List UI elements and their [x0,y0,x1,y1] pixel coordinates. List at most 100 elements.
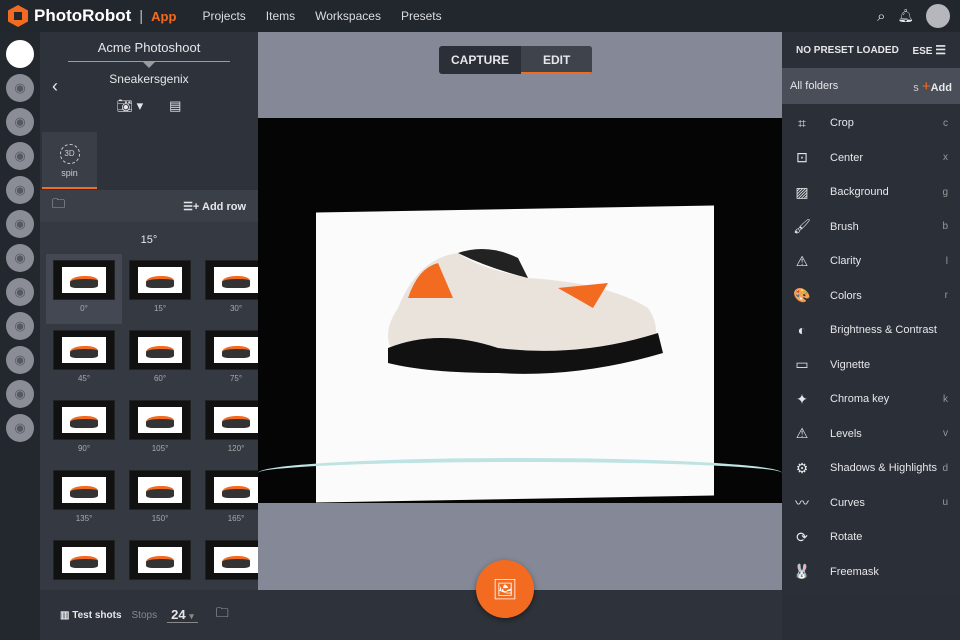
thumbnail-frame[interactable]: 15° [122,254,198,324]
tool-label: Brush [830,220,859,233]
nav-workspaces[interactable]: Workspaces [315,9,381,23]
camera-slot-icon[interactable]: ◉ [6,244,34,272]
brush-icon: 🖌 [793,218,811,235]
camera-slot-icon[interactable]: ◉ [6,346,34,374]
nav-presets[interactable]: Presets [401,9,442,23]
center-icon: ⊡ [796,149,808,166]
thumbnail-frame[interactable]: 30° [198,254,258,324]
camera-slot-icon[interactable]: ◉ [6,142,34,170]
thumbnail-frame[interactable]: 45° [46,324,122,394]
image-canvas[interactable]: CAPTURE EDIT [258,32,782,590]
folder-icon[interactable]: 🗀 [216,604,229,626]
back-chevron-icon[interactable]: ‹ [52,76,58,97]
camera-dropdown-icon[interactable]: 📷︎ ▾ [117,98,144,114]
tool-colors[interactable]: 🎨 Colors r [782,279,960,314]
thumbnail-angle: 150° [151,514,169,523]
search-icon[interactable]: ⌕ [877,8,885,25]
thumbnail-image [205,330,258,370]
thumbnail-frame[interactable]: 105° [122,394,198,464]
tool-shortcut: d [942,462,948,474]
mode-switch: CAPTURE EDIT [439,46,593,74]
thumbnail-angle: 90° [77,444,91,453]
tab-capture[interactable]: CAPTURE [439,46,521,74]
item-rail: ◉ ◉ ◉ ◉ ◉ ◉ ◉ ◉ ◉ ◉ ◉ [0,32,40,640]
camera-slot-icon[interactable]: ◉ [6,74,34,102]
thumbnail-image [53,470,115,510]
project-title[interactable]: Acme Photoshoot [40,40,258,55]
tool-shortcut: k [943,393,948,405]
thumbnail-frame[interactable] [198,534,258,590]
tool-chroma-key[interactable]: ✦ Chroma key k [782,382,960,417]
camera-slot-icon[interactable]: ◉ [6,414,34,442]
camera-slot-icon[interactable]: ◉ [6,108,34,136]
collapse-menu-icon[interactable]: ☰ [935,43,946,57]
thumbnail-frame[interactable]: 75° [198,324,258,394]
tool-background[interactable]: ▨ Background g [782,175,960,210]
tool-label: Rotate [830,531,863,544]
tool-freemask[interactable]: 🐰 Freemask [782,555,960,590]
crop-icon: ⌗ [798,114,806,131]
folders-select[interactable]: All folders [790,80,838,92]
comment-icon[interactable]: ▤ [169,98,181,114]
thumbnail-image [53,260,115,300]
item-thumbnail[interactable] [6,40,34,68]
thumbnail-frame[interactable]: 150° [122,464,198,534]
tool-shortcut: c [943,117,948,129]
spin-label: spin [61,168,78,178]
tool-brightness-contrast[interactable]: ◐ Brightness & Contrast [782,313,960,348]
add-row-button[interactable]: ☰+ Add row [183,200,246,213]
tool-crop[interactable]: ⌗ Crop c [782,106,960,141]
preset-truncated: ESE [912,46,933,57]
spin-tab[interactable]: 3D spin [42,132,97,189]
thumbnail-frame[interactable]: 165° [198,464,258,534]
sneaker-image [388,249,663,374]
thumbnail-frame[interactable] [122,534,198,590]
freemask-icon: 🐰 [793,563,811,580]
camera-slot-icon[interactable]: ◉ [6,380,34,408]
tool-curves[interactable]: 〰 Curves u [782,486,960,521]
logo[interactable]: PhotoRobot [8,5,131,27]
thumbnail-frame[interactable]: 135° [46,464,122,534]
stops-select[interactable]: 24 ▾ [167,607,198,623]
thumbnail-frame[interactable]: 60° [122,324,198,394]
thumbnail-frame[interactable]: 90° [46,394,122,464]
nav-projects[interactable]: Projects [202,9,245,23]
levels-icon: ⚠ [795,425,809,442]
tool-vignette[interactable]: ▭ Vignette [782,348,960,383]
thumbnail-image [129,540,191,580]
tool-brush[interactable]: 🖌 Brush b [782,210,960,245]
tab-edit[interactable]: EDIT [521,46,593,74]
tool-levels[interactable]: ⚠ Levels v [782,417,960,452]
thumbnail-angle: 120° [227,444,245,453]
test-shots-button[interactable]: ▥ Test shots [60,610,122,621]
user-avatar[interactable] [926,4,950,28]
image-icon: 🖼︎ [492,578,518,601]
thumbnail-angle: 60° [153,374,167,383]
test-shots-label: Test shots [72,609,122,621]
camera-slot-icon[interactable]: ◉ [6,278,34,306]
tool-shadows-highlights[interactable]: ⚙ Shadows & Highlights d [782,451,960,486]
edit-tools-panel: NO PRESET LOADED ESE ☰ All folders s +Ad… [782,32,960,596]
camera-slot-icon[interactable]: ◉ [6,176,34,204]
tool-label: Center [830,151,864,164]
bell-icon[interactable]: 🔔︎ [897,8,914,24]
camera-slot-icon[interactable]: ◉ [6,210,34,238]
thumbnail-frame[interactable]: 0° [46,254,122,324]
image-fab-button[interactable]: 🖼︎ [476,560,534,618]
project-divider [68,61,230,68]
camera-slot-icon[interactable]: ◉ [6,312,34,340]
add-button[interactable]: Add [931,82,952,94]
thumbnail-angle: 15° [153,304,167,313]
thumbnail-list[interactable]: 15° 0° 15° 30° 45° 60° 75° 90° 105° 120° 135° 150°… [40,222,258,590]
preset-status[interactable]: NO PRESET LOADED [796,45,899,56]
nav-items[interactable]: Items [266,9,295,23]
main-nav: Projects Items Workspaces Presets [202,9,441,23]
tool-center[interactable]: ⊡ Center x [782,141,960,176]
thumbnail-frame[interactable] [46,534,122,590]
tool-rotate[interactable]: ⟳ Rotate [782,520,960,555]
tool-clarity[interactable]: ⚠ Clarity l [782,244,960,279]
chroma-key-icon: ✦ [796,390,808,407]
thumbnail-frame[interactable]: 120° [198,394,258,464]
thumbnail-image [129,400,191,440]
add-folder-icon[interactable]: 🗀 [52,195,65,217]
